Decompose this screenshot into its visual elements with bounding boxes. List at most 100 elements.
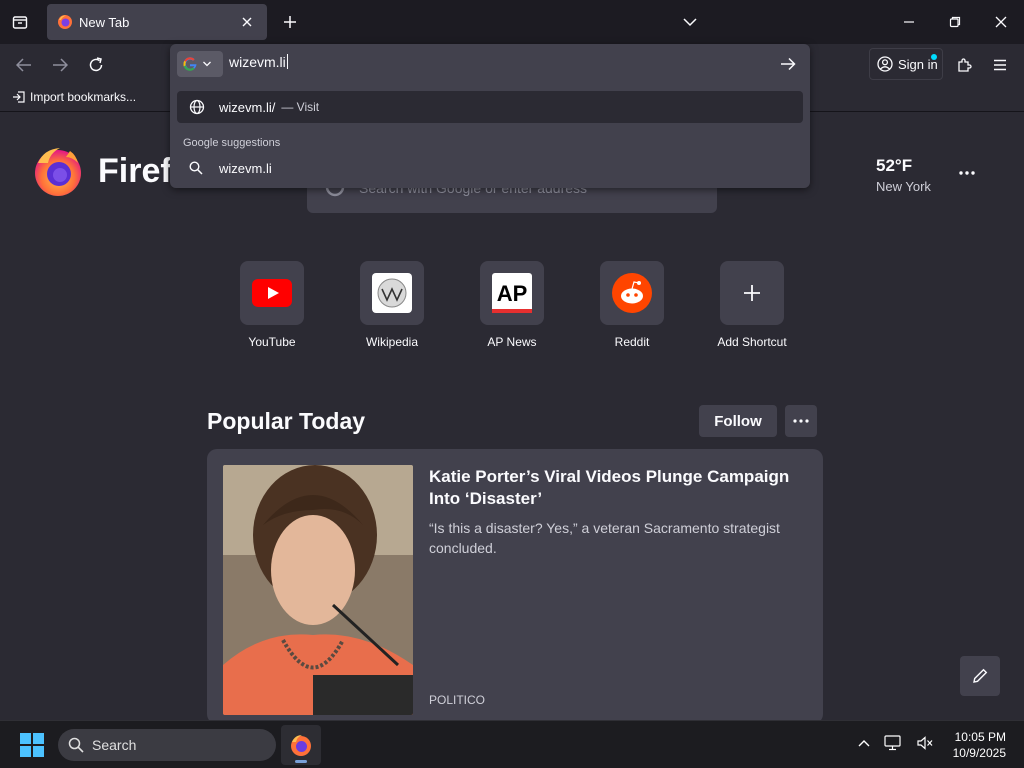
tab-list-icon: [12, 16, 28, 29]
close-icon: [242, 17, 252, 27]
shortcut-reddit[interactable]: Reddit: [572, 261, 692, 349]
popular-menu-button[interactable]: [785, 405, 817, 437]
app-menu-button[interactable]: [985, 50, 1015, 80]
windows-taskbar: Search 10:05 PM 10/9/2025: [0, 720, 1024, 768]
shortcut-ap-news[interactable]: AP AP News: [452, 261, 572, 349]
close-tab-button[interactable]: [237, 12, 257, 32]
story-image[interactable]: [223, 465, 413, 715]
account-icon: [877, 56, 893, 72]
restore-icon: [949, 16, 961, 28]
chevron-down-icon: [203, 61, 211, 67]
url-input[interactable]: wizevm.li: [229, 54, 288, 70]
system-tray: [858, 735, 934, 751]
taskbar-search-label: Search: [92, 737, 137, 753]
reload-button[interactable]: [81, 50, 111, 80]
shortcut-tile[interactable]: [720, 261, 784, 325]
story-excerpt: “Is this a disaster? Yes,” a veteran Sac…: [429, 520, 780, 556]
url-input-value: wizevm.li: [229, 54, 286, 70]
youtube-icon: [252, 279, 292, 307]
puzzle-piece-icon: [958, 58, 972, 72]
url-result-visit[interactable]: wizevm.li/ — Visit: [177, 91, 803, 123]
firefox-icon: [291, 735, 311, 756]
svg-text:AP: AP: [497, 281, 528, 306]
close-window-button[interactable]: [978, 0, 1024, 44]
arrow-right-icon: [781, 57, 796, 71]
story-source: POLITICO: [429, 693, 486, 707]
search-engine-selector[interactable]: [177, 51, 223, 77]
search-icon: [189, 161, 203, 175]
import-bookmarks-label: Import bookmarks...: [30, 90, 137, 104]
go-button[interactable]: [774, 50, 802, 78]
new-tab-button[interactable]: [276, 8, 304, 36]
follow-button[interactable]: Follow: [699, 405, 777, 437]
weather-temperature: 52°F: [876, 156, 913, 175]
forward-button[interactable]: [45, 50, 75, 80]
shortcut-add[interactable]: Add Shortcut: [692, 261, 812, 349]
customize-button[interactable]: [960, 656, 1000, 696]
weather-menu-button[interactable]: [953, 162, 981, 184]
shortcut-tile[interactable]: AP: [480, 261, 544, 325]
result-action: — Visit: [281, 100, 320, 114]
taskbar-search[interactable]: Search: [58, 729, 276, 761]
tab-new-tab[interactable]: New Tab: [47, 4, 267, 40]
shortcut-label: Reddit: [614, 335, 650, 349]
taskbar-clock[interactable]: 10:05 PM 10/9/2025: [944, 729, 1006, 761]
network-icon[interactable]: [884, 735, 902, 751]
globe-icon: [189, 99, 205, 115]
volume-muted-icon[interactable]: [916, 735, 934, 751]
chevron-up-icon[interactable]: [858, 739, 870, 747]
minimize-button[interactable]: [886, 0, 932, 44]
firefox-favicon-icon: [58, 15, 72, 29]
close-icon: [995, 16, 1007, 28]
shortcut-tile[interactable]: [360, 261, 424, 325]
more-options-icon: [793, 419, 809, 423]
minimize-icon: [904, 21, 914, 23]
start-button[interactable]: [20, 733, 44, 762]
story-photo: [223, 465, 413, 715]
shortcut-label: AP News: [487, 335, 537, 349]
notification-dot: [931, 54, 937, 60]
sign-in-button[interactable]: Sign in: [869, 48, 943, 80]
suggestion-group-label: Google suggestions: [183, 137, 281, 149]
url-bar-dropdown: wizevm.li wizevm.li/ — Visit Google sugg…: [170, 44, 810, 188]
shortcut-wikipedia[interactable]: Wikipedia: [332, 261, 452, 349]
clock-date: 10/9/2025: [952, 746, 1006, 760]
more-options-icon: [959, 171, 975, 175]
shortcut-label: Add Shortcut: [717, 335, 787, 349]
import-bookmarks-button[interactable]: Import bookmarks...: [12, 90, 136, 104]
plus-icon: [284, 16, 296, 28]
text-caret: [286, 54, 288, 69]
result-url: wizevm.li/: [219, 99, 276, 115]
extensions-button[interactable]: [950, 50, 980, 80]
weather-widget[interactable]: 52°F New York: [876, 156, 931, 194]
shortcut-youtube[interactable]: YouTube: [212, 261, 332, 349]
pencil-icon: [973, 668, 988, 683]
shortcut-label: YouTube: [248, 335, 296, 349]
tab-overflow-button[interactable]: [676, 8, 704, 36]
story-headline[interactable]: Katie Porter’s Viral Videos Plunge Campa…: [429, 466, 814, 510]
reload-icon: [89, 57, 103, 72]
restore-button[interactable]: [932, 0, 978, 44]
taskbar-firefox[interactable]: [281, 725, 321, 765]
shortcut-tile[interactable]: [240, 261, 304, 325]
back-button[interactable]: [9, 50, 39, 80]
import-icon: [13, 91, 25, 103]
back-arrow-icon: [16, 58, 31, 72]
hamburger-menu-icon: [994, 59, 1006, 71]
wikipedia-icon: [372, 273, 412, 313]
search-icon: [68, 737, 84, 753]
story-card[interactable]: Katie Porter’s Viral Videos Plunge Campa…: [207, 449, 823, 724]
reddit-icon: [612, 273, 652, 313]
suggestion-text: wizevm.li: [219, 160, 272, 176]
tab-title: New Tab: [79, 14, 130, 30]
shortcut-tile[interactable]: [600, 261, 664, 325]
tab-strip: New Tab: [0, 0, 1024, 44]
clock-time: 10:05 PM: [954, 730, 1006, 744]
ap-news-icon: AP: [492, 273, 532, 313]
google-icon: [183, 57, 197, 71]
list-all-tabs-button[interactable]: [6, 8, 34, 36]
windows-logo-icon: [20, 733, 44, 757]
search-suggestion[interactable]: wizevm.li: [177, 152, 803, 184]
forward-arrow-icon: [53, 58, 68, 72]
chevron-down-icon: [683, 18, 697, 27]
